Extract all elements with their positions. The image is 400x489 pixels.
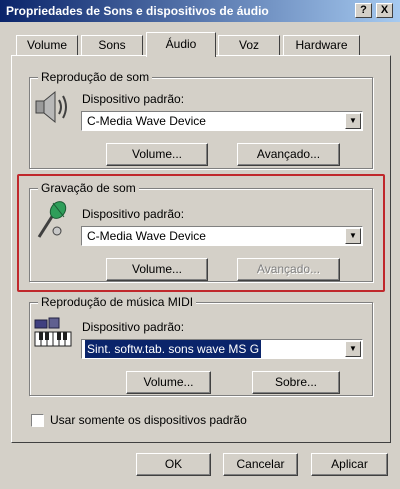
speaker-icon bbox=[35, 90, 67, 124]
help-button[interactable]: ? bbox=[355, 3, 372, 18]
midi-about-button[interactable]: Sobre... bbox=[252, 371, 340, 394]
playback-volume-button[interactable]: Volume... bbox=[106, 143, 208, 166]
playback-device-label: Dispositivo padrão: bbox=[82, 92, 185, 106]
tab-sons[interactable]: Sons bbox=[81, 35, 143, 55]
midi-legend: Reprodução de música MIDI bbox=[38, 295, 197, 309]
midi-device-select[interactable]: Sint. softw.tab. sons wave MS G ▼ bbox=[81, 339, 363, 359]
midi-volume-button[interactable]: Volume... bbox=[126, 371, 211, 394]
tab-audio[interactable]: Áudio bbox=[146, 32, 216, 57]
playback-legend: Reprodução de som bbox=[38, 70, 153, 84]
midi-device-label: Dispositivo padrão: bbox=[82, 320, 185, 334]
chevron-down-icon[interactable]: ▼ bbox=[345, 113, 361, 129]
close-button[interactable]: X bbox=[376, 3, 393, 18]
tab-hardware[interactable]: Hardware bbox=[283, 35, 360, 55]
use-default-only-checkbox[interactable] bbox=[31, 414, 44, 427]
chevron-down-icon[interactable]: ▼ bbox=[345, 341, 361, 357]
recording-highlight-frame bbox=[17, 174, 385, 292]
playback-advanced-button[interactable]: Avançado... bbox=[237, 143, 340, 166]
ok-button[interactable]: OK bbox=[136, 453, 211, 476]
cancel-button[interactable]: Cancelar bbox=[223, 453, 298, 476]
apply-button[interactable]: Aplicar bbox=[311, 453, 388, 476]
window-title: Propriedades de Sons e dispositivos de á… bbox=[6, 4, 269, 18]
keyboard-icon bbox=[34, 317, 72, 347]
title-bar: Propriedades de Sons e dispositivos de á… bbox=[0, 0, 400, 22]
tab-volume[interactable]: Volume bbox=[16, 35, 78, 55]
use-default-only-label[interactable]: Usar somente os dispositivos padrão bbox=[50, 413, 247, 427]
tab-voz[interactable]: Voz bbox=[218, 35, 280, 55]
playback-device-select[interactable]: C-Media Wave Device ▼ bbox=[81, 111, 363, 131]
